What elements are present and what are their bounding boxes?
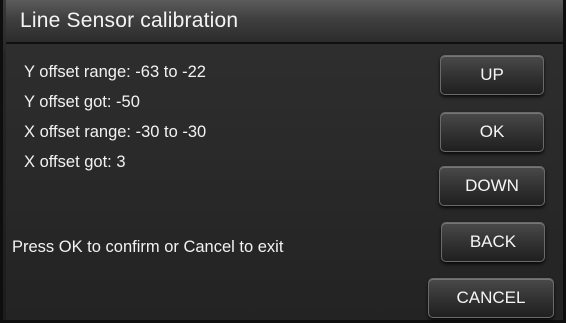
- y-offset-got-text: Y offset got: -50: [24, 93, 140, 111]
- instruction-text: Press OK to confirm or Cancel to exit: [12, 238, 284, 256]
- up-button[interactable]: UP: [440, 55, 544, 95]
- x-offset-got-text: X offset got: 3: [24, 153, 126, 171]
- calibration-screen: Line Sensor calibration Y offset range: …: [0, 0, 566, 323]
- ok-button[interactable]: OK: [440, 112, 544, 152]
- y-offset-range-text: Y offset range: -63 to -22: [24, 63, 206, 81]
- down-button[interactable]: DOWN: [439, 166, 545, 206]
- x-offset-range-text: X offset range: -30 to -30: [24, 123, 207, 141]
- title-bar: Line Sensor calibration: [6, 0, 563, 44]
- back-button[interactable]: BACK: [441, 222, 545, 262]
- page-title: Line Sensor calibration: [20, 9, 239, 32]
- cancel-button[interactable]: CANCEL: [428, 278, 554, 318]
